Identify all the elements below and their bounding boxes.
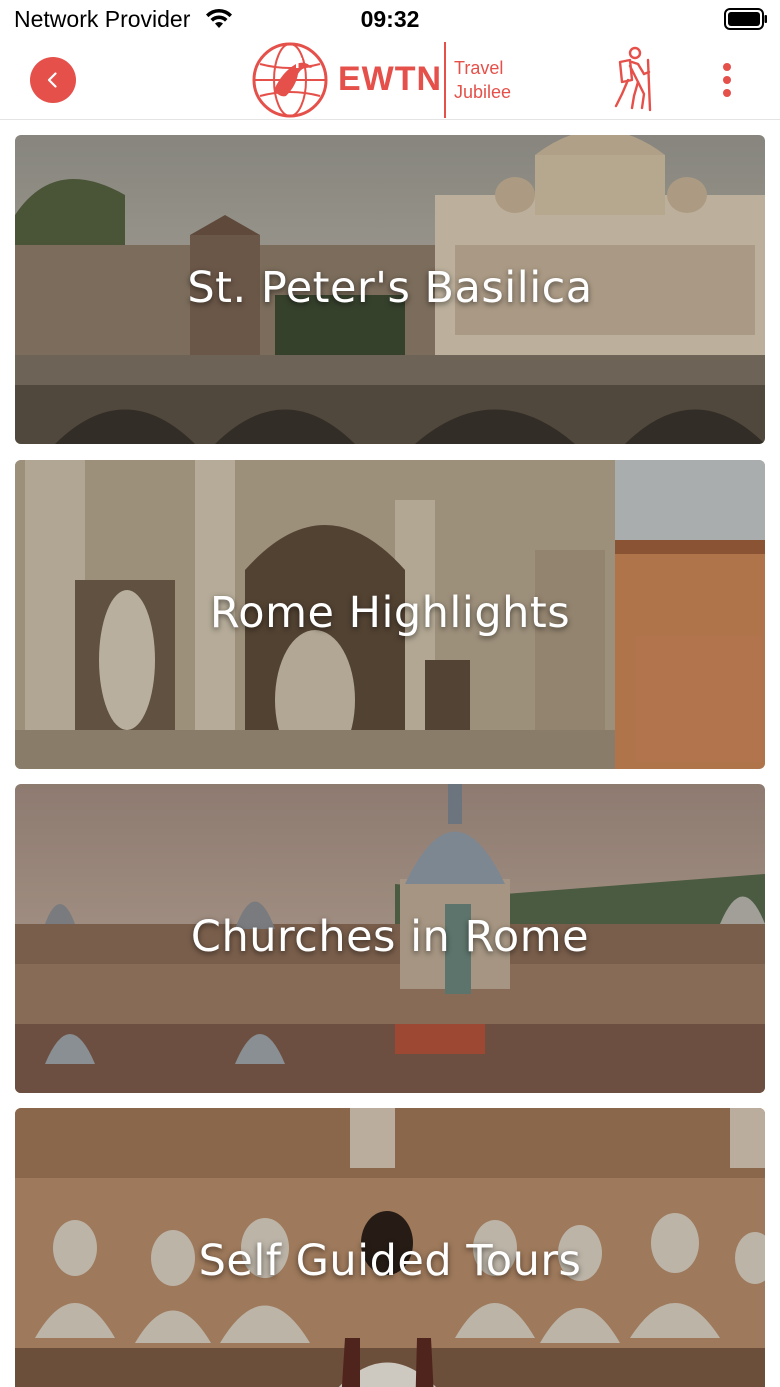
status-bar: Network Provider 09:32 [0,0,780,40]
card-title: Rome Highlights [209,588,571,638]
card-rome-highlights[interactable]: Rome Highlights [15,460,765,769]
hiker-icon[interactable] [608,46,658,112]
card-churches-in-rome[interactable]: Churches in Rome [15,784,765,1093]
destination-list: St. Peter's Basilica Rome Highlights Chu… [0,120,780,1387]
logo-divider [444,42,446,118]
card-title: Churches in Rome [190,912,590,962]
more-vertical-icon-dot [723,63,731,71]
app-header: EWTN Travel Jubilee [0,40,780,120]
card-title: Self Guided Tours [198,1236,582,1286]
card-title: St. Peter's Basilica [187,263,593,313]
card-st-peters-basilica[interactable]: St. Peter's Basilica [15,135,765,444]
back-button[interactable] [30,57,76,103]
battery-icon [724,8,767,30]
ewtn-travel-jubilee-logo: EWTN Travel Jubilee [252,42,522,118]
globe-logo-icon [252,42,328,118]
card-self-guided-tours[interactable]: Self Guided Tours [15,1108,765,1387]
logo-subtitle-line1: Travel [454,58,504,78]
status-time: 09:32 [360,6,420,32]
chevron-left-icon [47,72,57,88]
logo-brand-text: EWTN [338,60,443,98]
logo-subtitle-line2: Jubilee [454,82,512,102]
more-vertical-icon-dot [723,89,731,97]
more-vertical-icon-dot [723,76,731,84]
more-menu-button[interactable] [712,60,742,100]
